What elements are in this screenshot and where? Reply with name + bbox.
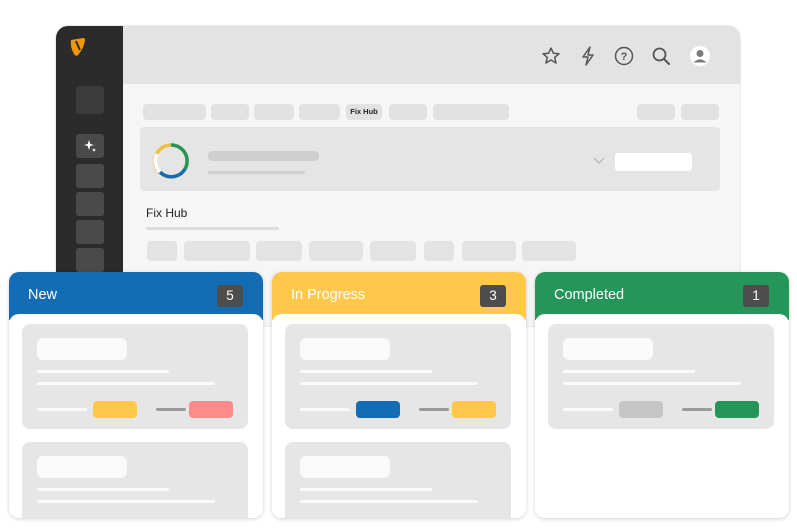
user-avatar-icon[interactable] [689, 45, 711, 67]
panel-action-button[interactable] [615, 153, 692, 171]
breadcrumb-item[interactable] [211, 104, 249, 120]
placeholder-text [146, 227, 279, 230]
filter-chip[interactable] [184, 241, 250, 261]
sparkle-icon [84, 140, 96, 152]
column-title: Completed [554, 287, 625, 303]
column-title: In Progress [291, 287, 366, 303]
filter-chip[interactable] [370, 241, 416, 261]
task-card[interactable] [285, 442, 511, 518]
column-header[interactable]: In Progress 3 [272, 272, 526, 320]
breadcrumb-item[interactable] [143, 104, 206, 120]
column-count-badge: 5 [217, 285, 243, 307]
column-in-progress: In Progress 3 [272, 272, 526, 518]
card-meta-placeholder [37, 408, 87, 411]
filter-chip[interactable] [147, 241, 177, 261]
filter-chip[interactable] [522, 241, 576, 261]
breadcrumb-item[interactable] [433, 104, 509, 120]
card-text-placeholder [37, 500, 215, 503]
typo3-logo-icon [70, 38, 85, 56]
priority-tag [452, 401, 496, 418]
progress-ring-icon [153, 143, 189, 179]
column-body [9, 314, 263, 518]
card-meta-placeholder [682, 408, 712, 411]
breadcrumb-item-fix-hub[interactable]: Fix Hub [346, 104, 382, 120]
card-text-placeholder [563, 370, 695, 373]
sidebar-item[interactable] [76, 86, 104, 114]
breadcrumb-item[interactable] [254, 104, 294, 120]
column-title: New [28, 287, 58, 303]
search-icon[interactable] [650, 45, 672, 67]
status-tag [93, 401, 137, 418]
status-tag [356, 401, 400, 418]
card-title-placeholder [300, 456, 390, 478]
card-text-placeholder [300, 488, 432, 491]
sidebar-item[interactable] [76, 164, 104, 188]
card-text-placeholder [300, 382, 478, 385]
page-title: Fix Hub [146, 206, 188, 220]
sidebar-item[interactable] [76, 220, 104, 244]
task-card[interactable] [548, 324, 774, 429]
column-body [272, 314, 526, 518]
card-meta-placeholder [300, 408, 350, 411]
column-new: New 5 [9, 272, 263, 518]
task-card[interactable] [22, 324, 248, 429]
sidebar-item[interactable] [76, 248, 104, 272]
filter-chip[interactable] [462, 241, 516, 261]
toolbar-button[interactable] [681, 104, 719, 120]
bolt-icon[interactable] [577, 45, 599, 67]
card-meta-placeholder [563, 408, 613, 411]
column-count-badge: 1 [743, 285, 769, 307]
column-count-badge: 3 [480, 285, 506, 307]
card-text-placeholder [300, 500, 478, 503]
card-text-placeholder [563, 382, 741, 385]
toolbar-button[interactable] [637, 104, 675, 120]
card-title-placeholder [563, 338, 653, 360]
card-text-placeholder [37, 488, 169, 491]
task-card[interactable] [22, 442, 248, 518]
topbar: ? [123, 26, 740, 84]
filter-chip[interactable] [309, 241, 363, 261]
card-text-placeholder [37, 382, 215, 385]
placeholder-text [208, 171, 305, 174]
column-header[interactable]: New 5 [9, 272, 263, 320]
sidebar-item[interactable] [76, 192, 104, 216]
card-meta-placeholder [419, 408, 449, 411]
column-body [535, 314, 789, 518]
filter-chip[interactable] [256, 241, 302, 261]
column-header[interactable]: Completed 1 [535, 272, 789, 320]
help-icon[interactable]: ? [613, 45, 635, 67]
card-text-placeholder [300, 370, 432, 373]
breadcrumb-item[interactable] [299, 104, 340, 120]
card-title-placeholder [300, 338, 390, 360]
column-completed: Completed 1 [535, 272, 789, 518]
breadcrumb-item[interactable] [389, 104, 427, 120]
card-title-placeholder [37, 338, 127, 360]
status-panel [140, 127, 720, 191]
star-icon[interactable] [540, 45, 562, 67]
priority-tag [715, 401, 759, 418]
card-text-placeholder [37, 370, 169, 373]
chevron-down-icon[interactable] [593, 157, 605, 165]
sidebar-item-fix-hub[interactable] [76, 134, 104, 158]
card-title-placeholder [37, 456, 127, 478]
task-card[interactable] [285, 324, 511, 429]
status-tag [619, 401, 663, 418]
svg-text:?: ? [621, 51, 628, 63]
placeholder-text [208, 151, 319, 161]
priority-tag [189, 401, 233, 418]
filter-chip[interactable] [424, 241, 454, 261]
card-meta-placeholder [156, 408, 186, 411]
